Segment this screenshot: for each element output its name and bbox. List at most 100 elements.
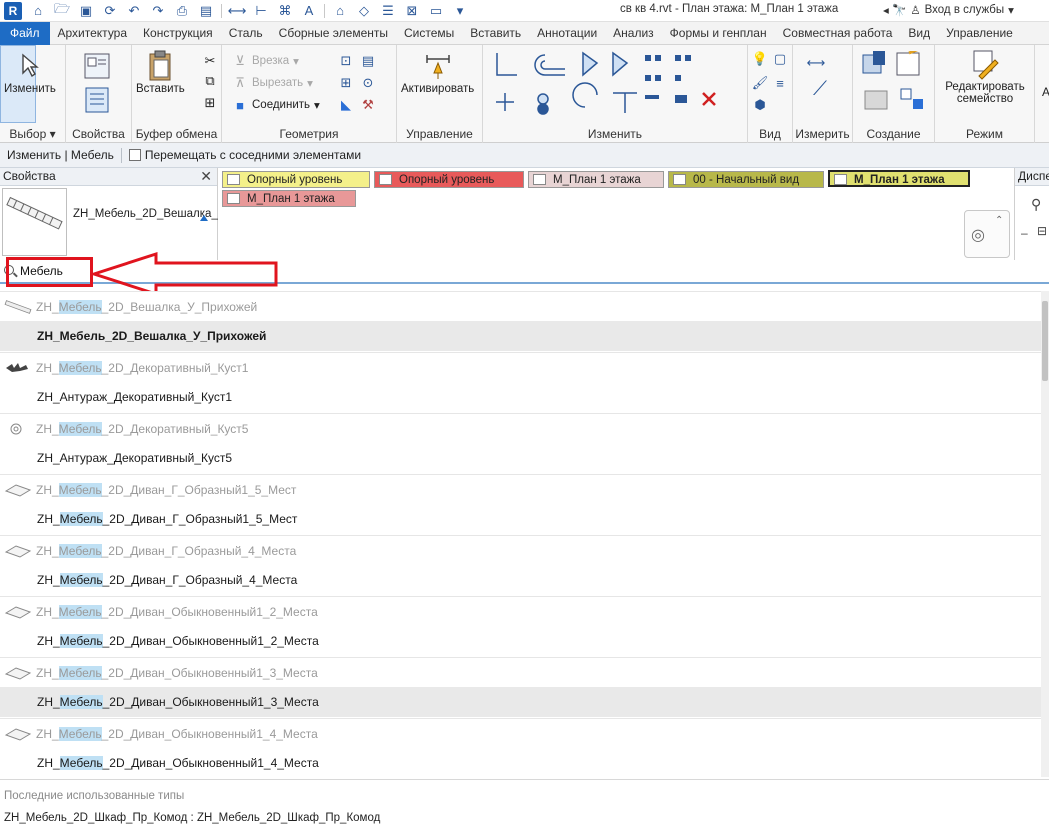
dimension-icon[interactable]: ⊢ (252, 2, 270, 20)
save-icon[interactable]: ▣ (77, 2, 95, 20)
tab-analyze[interactable]: Анализ (605, 22, 662, 45)
collapse-icon[interactable]: – (1021, 226, 1028, 240)
tab-systems[interactable]: Системы (396, 22, 462, 45)
move-with-nearby-checkbox[interactable] (128, 149, 141, 161)
join-label: Соединить (252, 99, 311, 111)
edit-family-button[interactable]: Редактировать семейство (941, 47, 1029, 105)
hammer-icon[interactable]: ⚒ (360, 97, 376, 113)
display-icon[interactable]: ▢ (772, 51, 788, 67)
scrollbar-thumb[interactable] (1042, 301, 1048, 381)
recent-type-item[interactable]: ZH_Мебель_2D_Шкаф_Пр_Комод : ZH_Мебель_2… (4, 812, 380, 824)
home-icon[interactable]: ⌂ (29, 2, 47, 20)
split-face-icon[interactable]: ⊡ (338, 53, 354, 69)
move-with-nearby-option[interactable]: Перемещать с соседними элементами (122, 148, 368, 162)
signin-label[interactable]: Вход в службы (925, 4, 1005, 16)
switch-windows-icon[interactable]: ▭ (427, 2, 445, 20)
join-button[interactable]: ■ Соединить ▾ (232, 97, 320, 113)
activate-button[interactable]: Активировать (401, 49, 474, 95)
tab-annotate[interactable]: Аннотации (529, 22, 605, 45)
tab-file[interactable]: Файл (0, 21, 50, 45)
modify-tools-icons[interactable] (489, 49, 739, 121)
app-logo[interactable]: R (4, 1, 22, 20)
row-match: Мебель (58, 360, 102, 375)
type-properties-button[interactable] (80, 49, 114, 83)
thin-lines-icon[interactable]: ☰ (379, 2, 397, 20)
create-tools-icons[interactable] (861, 51, 931, 117)
sync-icon[interactable]: ⟳ (101, 2, 119, 20)
list-item-type[interactable]: ZH_ Мебель _2D_Диван_Г_Образный1_5_Мест (0, 504, 1041, 534)
tab-view[interactable]: Вид (900, 22, 938, 45)
view-tab[interactable]: М_План 1 этажа (528, 171, 664, 188)
view-tab[interactable]: Опорный уровень (374, 171, 524, 188)
tab-precast[interactable]: Сборные элементы (271, 22, 396, 45)
list-item-type[interactable]: ZH_ Мебель _2D_Диван_Обыкновенный1_2_Места (0, 626, 1041, 656)
text-icon[interactable]: A (300, 2, 318, 20)
list-scrollbar[interactable] (1041, 291, 1049, 777)
signin-area[interactable]: ◂ 🔭 ♙ Вход в службы ▾ (883, 3, 1014, 17)
binoculars-icon[interactable]: ◂ 🔭 (883, 3, 906, 17)
copy-icon[interactable]: ⧉ (202, 73, 218, 89)
wall-joins-icon[interactable]: ⊞ (338, 75, 354, 91)
cut-icon[interactable]: ✂ (202, 53, 218, 69)
tab-massing-site[interactable]: Формы и генплан (662, 22, 775, 45)
paint-icon[interactable]: ▤ (360, 53, 376, 69)
list-item-type[interactable]: ZH_ Мебель _2D_Диван_Г_Образный_4_Места (0, 565, 1041, 595)
view-tab[interactable]: 00 - Начальный вид (668, 171, 824, 188)
modify-tool[interactable]: Изменить (4, 49, 56, 95)
redo-icon[interactable]: ↷ (149, 2, 167, 20)
list-item-type[interactable]: ZH_Антураж_Декоративный_Куст5 (0, 443, 1041, 473)
tag-icon[interactable]: ⌘ (276, 2, 294, 20)
row-match: Мебель (58, 726, 102, 741)
brush-icon[interactable]: 🖌 (752, 75, 769, 91)
tab-insert[interactable]: Вставить (462, 22, 529, 45)
steering-wheel-icon[interactable]: ◎ (971, 225, 985, 245)
chevron-down-icon[interactable]: ▾ (1008, 3, 1014, 17)
measure-icon[interactable]: ⟷ (228, 2, 247, 20)
close-icon[interactable]: ✕ (200, 168, 212, 185)
sheet-icon[interactable]: ▤ (197, 2, 215, 20)
list-item-type[interactable]: ZH_ Мебель _2D_Диван_Обыкновенный1_4_Места (0, 748, 1041, 777)
search-icon[interactable]: ⚲ (1031, 196, 1041, 213)
customize-qat-icon[interactable]: ▾ (451, 2, 469, 20)
tab-collaborate[interactable]: Совместная работа (775, 22, 901, 45)
type-selector-name[interactable]: ZH_Мебель_2D_Вешалка_У_Прихожей (73, 206, 285, 222)
section-icon[interactable]: ◇ (355, 2, 373, 20)
lines-icon[interactable]: ≡ (772, 75, 788, 91)
tab-architecture[interactable]: Архитектура (50, 22, 136, 45)
properties-button[interactable] (80, 85, 114, 115)
list-item-type[interactable]: ZH_Антураж_Декоративный_Куст1 (0, 382, 1041, 412)
open-icon[interactable]: 🗁 (53, 1, 71, 20)
measure-tool-icon[interactable]: ⟷ (801, 55, 831, 71)
switch-join-icon[interactable]: ◣ (338, 97, 354, 113)
undo-icon[interactable]: ↶ (125, 2, 143, 20)
match-properties-icon[interactable]: ⊞ (202, 95, 218, 111)
hanger-icon (4, 300, 32, 314)
type-selector-arrow-icon[interactable] (200, 215, 208, 221)
tab-steel[interactable]: Сталь (221, 22, 271, 45)
tab-structure[interactable]: Конструкция (135, 22, 221, 45)
select-panel-label[interactable]: Выбор ▾ (0, 127, 65, 141)
view-tab-active[interactable]: М_План 1 этажа (828, 170, 970, 187)
list-item-type[interactable]: ZH_ Мебель _2D_Диван_Обыкновенный1_3_Места (0, 687, 1041, 717)
row-suffix: _2D_Диван_Обыкновенный1_3_Места (102, 695, 319, 709)
view-tab[interactable]: М_План 1 этажа (222, 190, 356, 207)
view-tab[interactable]: Опорный уровень (222, 171, 370, 188)
paste-button[interactable]: Вставить (136, 49, 185, 95)
dimension-tool-icon[interactable]: ⟋ (805, 78, 835, 100)
close-hidden-icon[interactable]: ⊠ (403, 2, 421, 20)
edit-family-label-2: семейство (956, 93, 1014, 105)
3d-view-icon[interactable]: ⌂ (331, 2, 349, 20)
row-suffix: _2D_Вешалка_У_Прихожей (101, 299, 258, 314)
list-item-type[interactable]: ZH_Мебель_2D_Вешалка_У_Прихожей (0, 321, 1041, 351)
tab-manage[interactable]: Управление (938, 22, 1021, 45)
demolish-icon[interactable]: ⊙ (360, 75, 376, 91)
lightbulb-icon[interactable]: 💡 (752, 51, 768, 67)
print-icon[interactable]: ⎙ (173, 2, 191, 20)
uncut-button[interactable]: ⊼ Вырезать ▾ (232, 75, 313, 91)
hide-icon[interactable]: ⬢ (752, 97, 768, 113)
sofa-icon (4, 545, 32, 558)
navigation-bar[interactable]: ◎ ⌃ (964, 210, 1010, 258)
chevron-up-icon[interactable]: ⌃ (995, 215, 1003, 226)
list-item-family: ZH_ Мебель _2D_Декоративный_Куст5 (0, 413, 1041, 443)
cut-geometry-button[interactable]: ⊻ Врезка ▾ (232, 53, 299, 69)
